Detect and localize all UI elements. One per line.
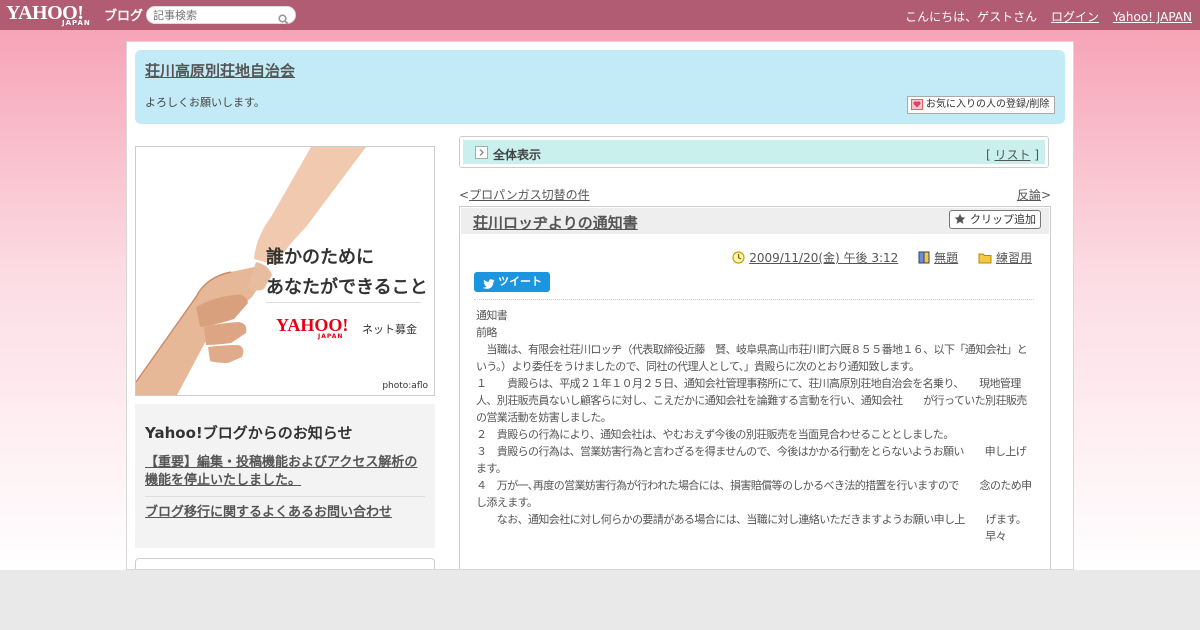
prev-article-link[interactable]: プロパンガス切替の件 [469, 188, 590, 202]
user-links: こんにちは、ゲストさん ログイン Yahoo! JAPAN [895, 8, 1192, 25]
body-closing: 早々 [985, 530, 1006, 543]
category-bar-inner: 全体表示 [ リスト ] [463, 140, 1045, 164]
banner-line-2: あなたができること [266, 277, 428, 298]
notice-link-important[interactable]: 【重要】編集・投稿機能およびアクセス解析の機能を停止いたしました。 [145, 454, 427, 490]
chevron-right-icon [475, 146, 488, 159]
body-line: ４ 万が一､再度の営業妨害行為が行われた場合には、損害賠償等のしかるべき法的措置… [476, 479, 1032, 509]
article-category: 練習用 [978, 251, 1032, 265]
folder-icon [978, 253, 992, 264]
notice-link-faq[interactable]: ブログ移行に関するよくあるお問い合わせ [145, 501, 392, 520]
banner-line-1: 誰かのために [266, 247, 374, 268]
sidebar-box [135, 558, 435, 569]
handshake-illustration [136, 147, 366, 395]
article-theme-link[interactable]: 無題 [934, 251, 958, 265]
article-search-box [146, 6, 296, 25]
blog-header: 荘川高原別荘地自治会 よろしくお願いします。 お気に入りの人の登録/削除 [135, 50, 1065, 124]
body-line: ３ 貴殿らの行為は、営業妨害行為と言わざるを得ませんので、今後はかかる行動をとら… [476, 445, 1027, 475]
tweet-button[interactable]: ツイート [474, 272, 550, 292]
body-line: １ 貴殿らは、平成２１年１０月２５日、通知会社管理事務所にて、荘川高原別荘地自治… [476, 377, 1027, 424]
clip-add-button[interactable]: クリップ追加 [949, 210, 1041, 229]
favorite-register-button[interactable]: お気に入りの人の登録/削除 [907, 96, 1055, 114]
body-line: 通知書 [476, 309, 508, 322]
article-title-bar: 荘川ロッヂよりの通知書 クリップ追加 [461, 208, 1049, 234]
tweet-label: ツイート [498, 275, 542, 288]
banner-service-name: ネット募金 [362, 323, 417, 336]
login-link[interactable]: ログイン [1051, 10, 1099, 24]
article-search-input[interactable] [153, 8, 273, 22]
prev-article: <プロパンガス切替の件 [459, 186, 590, 203]
next-article-link[interactable]: 反論 [1017, 188, 1041, 202]
next-bracket: > [1040, 188, 1051, 202]
article-category-link[interactable]: 練習用 [996, 251, 1032, 265]
logo-japan-text: JAPAN [62, 19, 91, 27]
clip-add-label: クリップ追加 [970, 213, 1036, 226]
charity-banner[interactable]: 誰かのために あなたができること YAHOO! JAPAN ネット募金 phot… [135, 146, 435, 396]
article-date: 2009/11/20(金) 午後 3:12 [732, 251, 898, 265]
body-line: ２ 貴殿らの行為により、通知会社は、やむおえず今後の別荘販売を当面見合わせること… [476, 428, 954, 441]
blog-title[interactable]: 荘川高原別荘地自治会 [145, 60, 295, 81]
logo-blog-text: ブログ [104, 9, 144, 24]
body-line: 当職は、有限会社荘川ロッヂ（代表取締役近藤 賢、岐阜県高山市荘川町六厩８５５番地… [476, 343, 1028, 373]
meta-separator [474, 299, 1034, 300]
list-bracket-close: ] [1030, 148, 1039, 162]
article-entry: 荘川ロッヂよりの通知書 クリップ追加 2009/11/20(金) 午後 3:12… [459, 206, 1051, 569]
article-meta: 2009/11/20(金) 午後 3:12 無題 練習用 [716, 249, 1032, 266]
search-icon[interactable] [278, 10, 289, 29]
twitter-bird-icon [482, 277, 495, 297]
star-icon [954, 213, 966, 230]
article-body: 通知書 前略 当職は、有限会社荘川ロッヂ（代表取締役近藤 賢、岐阜県高山市荘川町… [476, 307, 1036, 545]
yahoo-blog-notices: Yahoo!ブログからのお知らせ 【重要】編集・投稿機能およびアクセス解析の機能… [135, 404, 435, 548]
next-article: 反論> [1017, 186, 1051, 203]
heart-icon [911, 99, 923, 116]
favorite-register-label: お気に入りの人の登録/削除 [926, 99, 1050, 110]
book-icon [918, 251, 930, 264]
list-view-link[interactable]: リスト [994, 148, 1030, 162]
body-line: 前略 [476, 326, 497, 339]
banner-divider [266, 302, 421, 303]
body-line: なお、通知会社に対し何らかの要請がある場合には、当職に対し連絡いただきますようお… [476, 513, 1027, 526]
notice-divider [145, 496, 425, 497]
category-bar: 全体表示 [ リスト ] [459, 136, 1049, 168]
photo-credit: photo:aflo [382, 381, 428, 391]
banner-japan-text: JAPAN [318, 333, 344, 340]
article-title[interactable]: 荘川ロッヂよりの通知書 [473, 212, 638, 233]
blog-description: よろしくお願いします。 [145, 96, 265, 109]
article-theme: 無題 [918, 251, 958, 265]
blog-container: 荘川高原別荘地自治会 よろしくお願いします。 お気に入りの人の登録/削除 誰かの… [126, 41, 1074, 570]
page-footer [0, 570, 1200, 630]
category-label-all[interactable]: 全体表示 [493, 146, 541, 163]
clock-icon [732, 251, 745, 264]
notice-heading: Yahoo!ブログからのお知らせ [145, 424, 353, 442]
guest-greeting: こんにちは、ゲストさん [905, 10, 1038, 24]
yahoo-japan-link[interactable]: Yahoo! JAPAN [1113, 10, 1192, 24]
prev-bracket: < [459, 188, 470, 202]
top-navigation-bar: YAHOO! JAPAN ブログ こんにちは、ゲストさん ログイン Yahoo!… [0, 0, 1200, 30]
article-date-link[interactable]: 2009/11/20(金) 午後 3:12 [749, 251, 898, 265]
list-view-toggle: [ リスト ] [986, 146, 1039, 163]
article-navigation: <プロパンガス切替の件 反論> [459, 186, 1051, 202]
